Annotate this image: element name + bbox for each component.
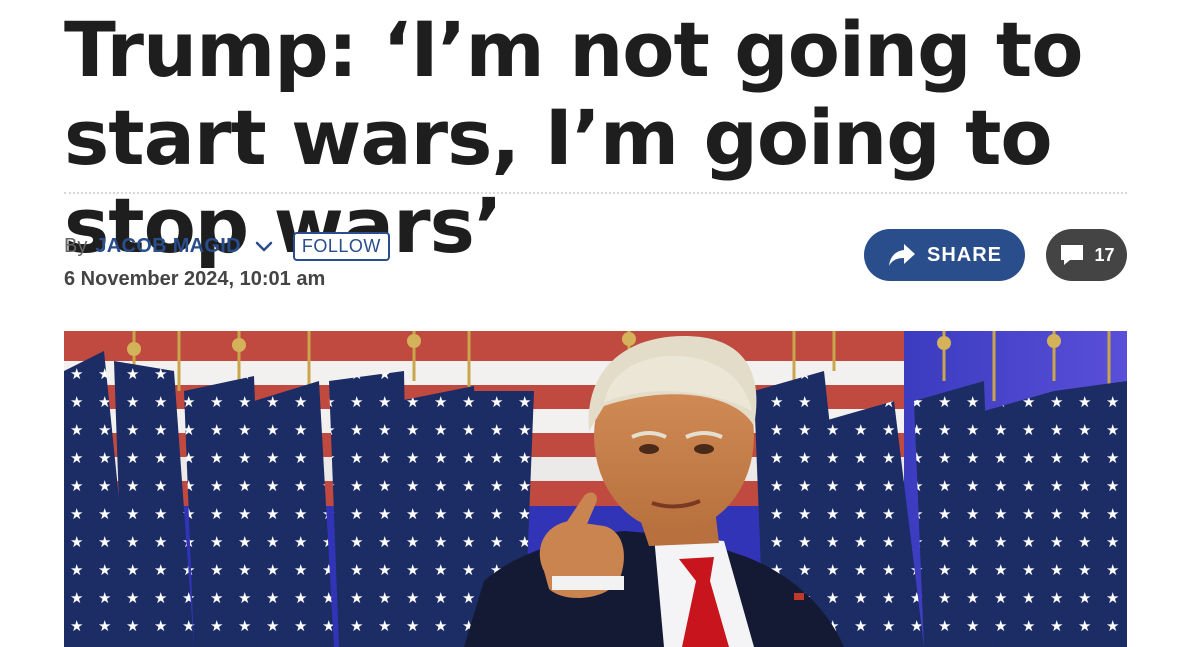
headline-divider xyxy=(64,192,1127,194)
share-arrow-icon xyxy=(888,244,915,266)
publish-date: 6 November 2024, 10:01 am xyxy=(64,268,326,290)
byline-prefix: By xyxy=(64,234,88,257)
article-photo[interactable]: ★ xyxy=(64,331,1127,647)
comment-count: 17 xyxy=(1094,244,1115,265)
share-label: SHARE xyxy=(926,243,1002,266)
comments-button[interactable]: 17 xyxy=(1046,229,1127,281)
article-photo-illustration: ★ xyxy=(64,331,1127,647)
comment-bubble-icon xyxy=(1061,245,1084,265)
follow-button[interactable]: FOLLOW xyxy=(292,231,390,261)
share-button[interactable]: SHARE xyxy=(864,229,1025,281)
byline: By JACOB MAGID FOLLOW xyxy=(64,231,390,261)
author-name-link[interactable]: JACOB MAGID xyxy=(95,235,241,258)
chevron-down-icon[interactable] xyxy=(253,235,275,257)
